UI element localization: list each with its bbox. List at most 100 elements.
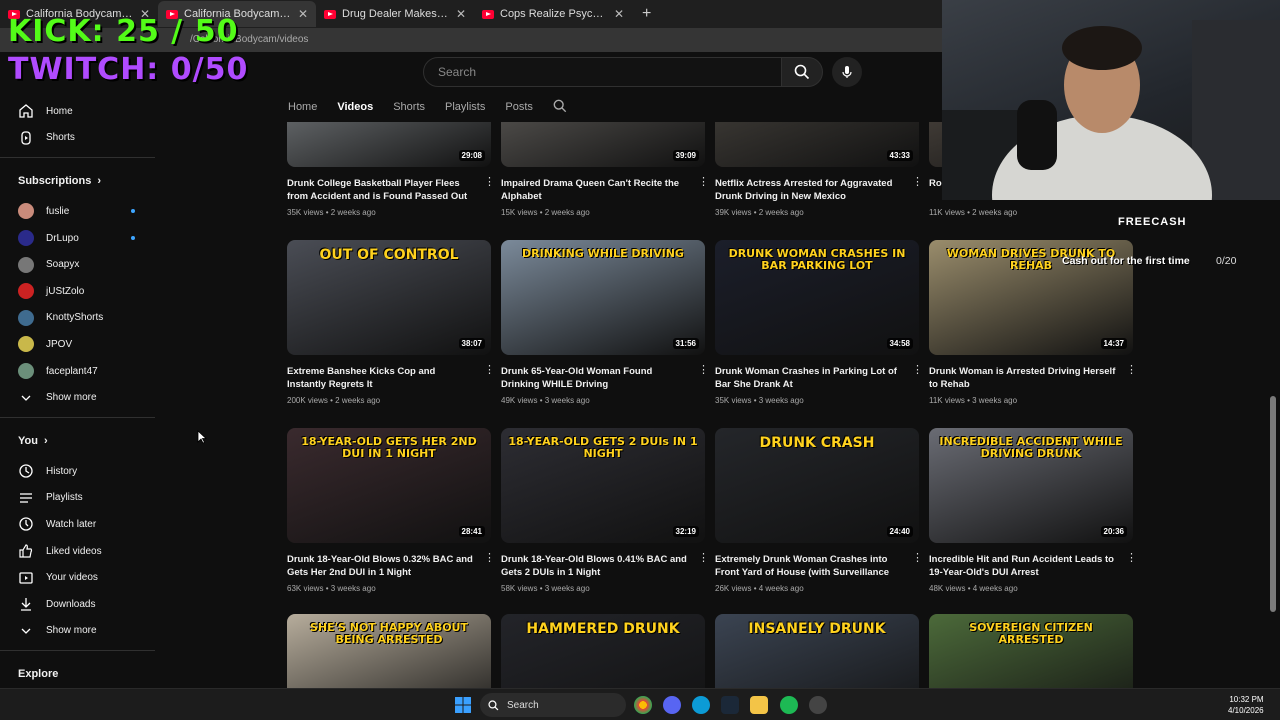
discord-icon[interactable] [663, 696, 681, 714]
subscription-item[interactable]: fuslie [0, 198, 160, 225]
video-thumbnail[interactable]: INCREDIBLE ACCIDENT WHILE DRIVING DRUNK 2… [929, 428, 1133, 543]
sidebar-item-downloads[interactable]: Downloads [0, 591, 160, 618]
close-tab-icon[interactable]: ✕ [614, 7, 624, 21]
subscription-item[interactable]: Soapyx [0, 251, 160, 278]
tab-home[interactable]: Home [288, 101, 317, 113]
video-title[interactable]: Netflix Actress Arrested for Aggravated … [715, 177, 905, 203]
close-tab-icon[interactable]: ✕ [456, 7, 466, 21]
video-title[interactable]: Extremely Drunk Woman Crashes into Front… [715, 553, 905, 579]
voice-search-button[interactable] [832, 57, 862, 87]
tab-posts[interactable]: Posts [505, 101, 533, 113]
taskbar-search[interactable]: Search [480, 693, 626, 717]
more-options-icon[interactable]: ⋮ [484, 553, 495, 564]
video-card[interactable]: SHE'S NOT HAPPY ABOUT BEING ARRESTED [287, 614, 491, 688]
video-duration: 43:33 [886, 150, 913, 161]
channel-search-icon[interactable] [553, 99, 567, 116]
video-card[interactable]: INCREDIBLE ACCIDENT WHILE DRIVING DRUNK 2… [929, 428, 1137, 593]
browser-tab[interactable]: Drug Dealer Makes the Worst Mist ✕ [316, 1, 474, 27]
page-scrollbar[interactable] [1268, 200, 1280, 688]
browser-tab[interactable]: Cops Realize Psycho Daughters Ca ✕ [474, 1, 632, 27]
sidebar-item-liked-videos[interactable]: Liked videos [0, 538, 160, 565]
video-card[interactable]: SOVEREIGN CITIZEN ARRESTED [929, 614, 1133, 688]
video-card[interactable]: 18-YEAR-OLD GETS HER 2ND DUI IN 1 NIGHT 2… [287, 428, 495, 593]
video-card[interactable]: 39:09 Impaired Drama Queen Can't Recite t… [501, 122, 709, 217]
video-thumbnail[interactable]: DRINKING WHILE DRIVING 31:56 [501, 240, 705, 355]
video-title[interactable]: Drunk Woman is Arrested Driving Herself … [929, 365, 1119, 391]
sidebar-item-your-videos[interactable]: Your videos [0, 564, 160, 591]
more-options-icon[interactable]: ⋮ [912, 365, 923, 376]
video-title[interactable]: Drunk 65-Year-Old Woman Found Drinking W… [501, 365, 691, 391]
more-options-icon[interactable]: ⋮ [484, 365, 495, 376]
video-card[interactable]: DRUNK CRASH 24:40 Extremely Drunk Woman Cr… [715, 428, 923, 593]
video-thumbnail[interactable]: 18-YEAR-OLD GETS 2 DUIs IN 1 NIGHT 32:19 [501, 428, 705, 543]
search-button[interactable] [781, 57, 823, 87]
video-card[interactable]: 29:08 Drunk College Basketball Player Fle… [287, 122, 495, 217]
close-tab-icon[interactable]: ✕ [298, 7, 308, 21]
tab-videos[interactable]: Videos [337, 101, 373, 113]
video-card[interactable]: OUT OF CONTROL 38:07 Extreme Banshee Kicks… [287, 240, 495, 405]
video-thumbnail[interactable]: SOVEREIGN CITIZEN ARRESTED [929, 614, 1133, 688]
video-title[interactable]: Drunk College Basketball Player Flees fr… [287, 177, 477, 203]
video-card[interactable]: INSANELY DRUNK [715, 614, 919, 688]
sidebar-item-shorts[interactable]: Shorts [0, 125, 160, 152]
video-title[interactable]: Extreme Banshee Kicks Cop and Instantly … [287, 365, 477, 391]
tab-playlists[interactable]: Playlists [445, 101, 485, 113]
video-thumbnail[interactable]: INSANELY DRUNK [715, 614, 919, 688]
subscription-item[interactable]: KnottyShorts [0, 305, 160, 332]
sidebar-item-watch-later[interactable]: Watch later [0, 511, 160, 538]
more-options-icon[interactable]: ⋮ [1126, 365, 1137, 376]
video-thumbnail[interactable]: 39:09 [501, 122, 705, 167]
subscription-item[interactable]: faceplant47 [0, 358, 160, 385]
video-card[interactable]: DRINKING WHILE DRIVING 31:56 Drunk 65-Year… [501, 240, 709, 405]
video-thumbnail[interactable]: 18-YEAR-OLD GETS HER 2ND DUI IN 1 NIGHT 2… [287, 428, 491, 543]
file-explorer-icon[interactable] [750, 696, 768, 714]
more-options-icon[interactable]: ⋮ [698, 553, 709, 564]
video-thumbnail[interactable]: 29:08 [287, 122, 491, 167]
video-title[interactable]: Impaired Drama Queen Can't Recite the Al… [501, 177, 691, 203]
video-age: 4 weeks ago [972, 584, 1018, 593]
more-options-icon[interactable]: ⋮ [484, 177, 495, 188]
taskbar-clock[interactable]: 10:32 PM 4/10/2026 [1228, 694, 1264, 716]
chrome-icon[interactable] [634, 696, 652, 714]
subscription-item[interactable]: jUStZolo [0, 278, 160, 305]
video-age: 2 weeks ago [330, 208, 376, 217]
video-thumbnail[interactable]: SHE'S NOT HAPPY ABOUT BEING ARRESTED [287, 614, 491, 688]
more-options-icon[interactable]: ⋮ [912, 553, 923, 564]
more-options-icon[interactable]: ⋮ [698, 177, 709, 188]
sidebar-item-home[interactable]: Home [0, 98, 160, 125]
video-title[interactable]: Drunk 18-Year-Old Blows 0.41% BAC and Ge… [501, 553, 691, 579]
sidebar-item-playlists[interactable]: Playlists [0, 485, 160, 512]
edge-icon[interactable] [692, 696, 710, 714]
tab-shorts[interactable]: Shorts [393, 101, 425, 113]
video-title[interactable]: Drunk 18-Year-Old Blows 0.32% BAC and Ge… [287, 553, 477, 579]
subscription-item[interactable]: JPOV [0, 331, 160, 358]
video-title[interactable]: Incredible Hit and Run Accident Leads to… [929, 553, 1119, 579]
video-thumbnail[interactable]: DRUNK CRASH 24:40 [715, 428, 919, 543]
windows-start-icon[interactable] [454, 696, 472, 714]
new-tab-icon[interactable]: + [632, 5, 661, 23]
subscriptions-heading[interactable]: Subscriptions › [0, 164, 160, 198]
subscription-item[interactable]: DrLupo [0, 225, 160, 252]
video-thumbnail[interactable]: OUT OF CONTROL 38:07 [287, 240, 491, 355]
search-input[interactable]: Search [423, 57, 782, 87]
video-card[interactable]: 43:33 Netflix Actress Arrested for Aggrav… [715, 122, 923, 217]
settings-icon[interactable] [809, 696, 827, 714]
sidebar-item-history[interactable]: History [0, 458, 160, 485]
more-options-icon[interactable]: ⋮ [912, 177, 923, 188]
show-more-subscriptions-button[interactable]: Show more [0, 384, 160, 411]
video-thumbnail[interactable]: HAMMERED DRUNK [501, 614, 705, 688]
more-options-icon[interactable]: ⋮ [1126, 553, 1137, 564]
spotify-icon[interactable] [780, 696, 798, 714]
video-card[interactable]: DRUNK WOMAN CRASHES IN BAR PARKING LOT 34… [715, 240, 923, 405]
you-heading[interactable]: You › [0, 424, 160, 458]
video-thumbnail[interactable]: 43:33 [715, 122, 919, 167]
clock-date: 4/10/2026 [1228, 706, 1264, 715]
steam-icon[interactable] [721, 696, 739, 714]
scrollbar-thumb[interactable] [1270, 396, 1276, 612]
show-more-you-button[interactable]: Show more [0, 618, 160, 645]
video-thumbnail[interactable]: DRUNK WOMAN CRASHES IN BAR PARKING LOT 34… [715, 240, 919, 355]
video-card[interactable]: HAMMERED DRUNK [501, 614, 705, 688]
video-card[interactable]: 18-YEAR-OLD GETS 2 DUIs IN 1 NIGHT 32:19 D… [501, 428, 709, 593]
video-title[interactable]: Drunk Woman Crashes in Parking Lot of Ba… [715, 365, 905, 391]
more-options-icon[interactable]: ⋮ [698, 365, 709, 376]
